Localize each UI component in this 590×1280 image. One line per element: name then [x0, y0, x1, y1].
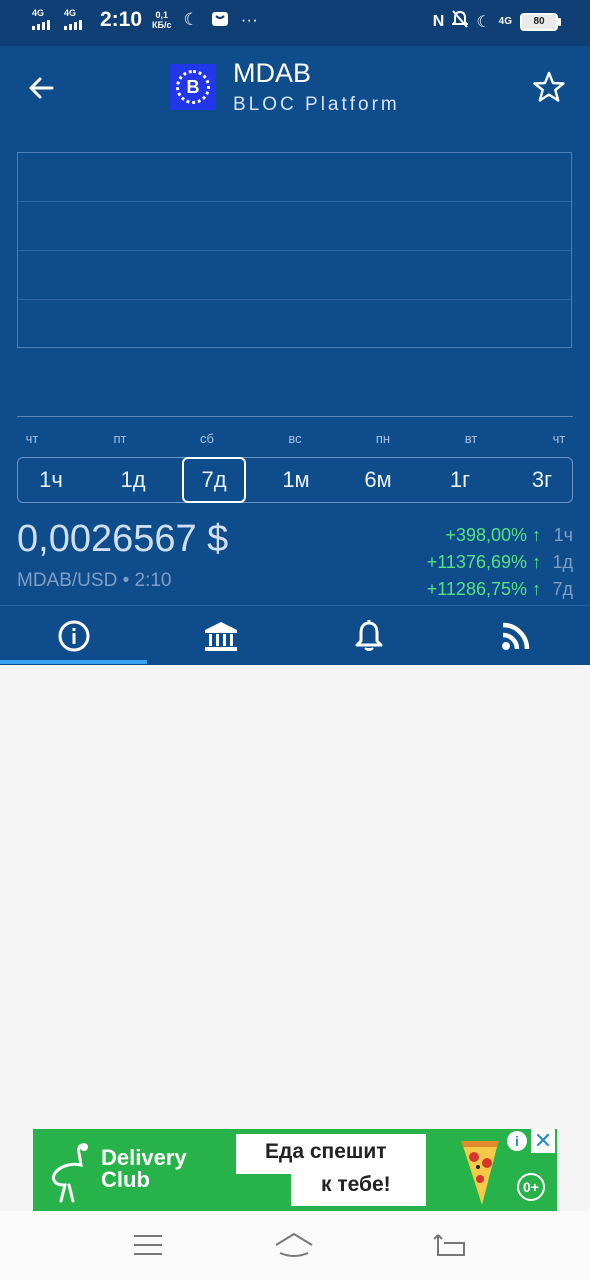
change-value: +11286,75%: [426, 578, 527, 599]
ad-close-button[interactable]: ✕: [531, 1129, 555, 1153]
moon-icon: ☾: [476, 13, 491, 31]
change-period: 1д: [552, 551, 573, 572]
ad-brand-line: Club: [101, 1167, 150, 1192]
price-chart[interactable]: [17, 152, 572, 348]
change-period: 7д: [552, 578, 573, 599]
ostrich-logo-icon: [51, 1143, 88, 1203]
change-value: +11376,69%: [426, 551, 527, 572]
period-selector: 1ч 1д 7д 1м 6м 1г 3г: [17, 457, 573, 503]
change-row: +11286,75% ↑ 7д: [313, 576, 573, 602]
coin-logo-letter: B: [186, 76, 200, 97]
tab-info[interactable]: [0, 606, 147, 665]
info-icon: [58, 620, 89, 651]
moon-icon: ☾: [183, 10, 199, 29]
battery-level: 80: [533, 16, 545, 27]
arrow-up-icon: ↑: [532, 578, 541, 599]
day-label: чт: [25, 431, 39, 446]
change-row: +398,00% ↑ 1ч: [313, 522, 573, 548]
chart-gridline: [18, 299, 571, 300]
battery-icon: 80: [520, 12, 561, 31]
signal-icon: 4G: [32, 8, 58, 32]
ad-headline: Еда спешит: [265, 1140, 387, 1163]
ad-brand: Delivery Club: [101, 1147, 187, 1191]
tab-markets[interactable]: [147, 606, 294, 665]
day-label: пн: [375, 431, 391, 446]
arrow-left-icon: [29, 77, 54, 99]
more-icon: ···: [240, 10, 258, 29]
star-icon: [533, 71, 565, 102]
shopping-bag-icon: [211, 9, 229, 32]
tab-news[interactable]: [442, 606, 589, 665]
status-clock: 2:10: [100, 8, 143, 31]
arrow-up-icon: ↑: [532, 551, 541, 572]
tab-alerts[interactable]: [295, 606, 442, 665]
day-label: сб: [200, 431, 214, 446]
period-1m[interactable]: 1м: [264, 457, 328, 503]
change-period: 1ч: [553, 524, 573, 545]
coin-logo: B: [170, 64, 216, 110]
bell-icon: [355, 619, 382, 651]
coin-header-panel: B MDAB BLOC Platform чт пт сб вс пн вт ч…: [0, 46, 590, 665]
home-icon: [275, 1232, 313, 1257]
network-type: 4G: [32, 8, 45, 18]
speed-value: 0,1: [155, 10, 169, 20]
home-button[interactable]: [272, 1227, 316, 1263]
period-1y[interactable]: 1г: [428, 457, 492, 503]
menu-icon: [134, 1235, 162, 1255]
network-type: 4G: [498, 16, 512, 27]
ad-headline: к тебе!: [321, 1173, 391, 1196]
back-nav-button[interactable]: [428, 1227, 472, 1263]
chart-gridline: [18, 250, 571, 251]
pair-separator: •: [122, 570, 130, 591]
arrow-up-icon: ↑: [532, 524, 541, 545]
pair-time: 2:10: [134, 570, 172, 591]
system-navigation-bar: [0, 1211, 590, 1280]
current-price: 0,0026567 $: [17, 518, 229, 560]
bank-icon: [204, 621, 237, 651]
period-1d[interactable]: 1д: [101, 457, 165, 503]
chart-baseline: [17, 416, 573, 417]
ad-info-button[interactable]: i: [507, 1131, 527, 1151]
back-icon: [433, 1234, 465, 1256]
period-6m[interactable]: 6м: [346, 457, 410, 503]
coin-symbol: MDAB: [233, 58, 312, 88]
active-tab-indicator: [0, 660, 147, 664]
change-value: +398,00%: [445, 524, 527, 545]
network-type: 4G: [64, 8, 77, 18]
day-label: чт: [552, 431, 566, 446]
pizza-icon: [461, 1141, 499, 1205]
age-rating-badge: 0+: [517, 1173, 545, 1201]
pair-label: MDAB/USD: [17, 570, 118, 591]
period-1h[interactable]: 1ч: [19, 457, 83, 503]
status-bar: 4G 4G 2:10 0,1 КБ/с ☾ ··· N ☾ 4G 80: [0, 0, 590, 46]
price-pair: MDAB/USD • 2:10: [17, 570, 172, 592]
period-3y[interactable]: 3г: [510, 457, 574, 503]
price-changes: +398,00% ↑ 1ч +11376,69% ↑ 1д +11286,75%…: [313, 522, 573, 603]
period-7d[interactable]: 7д: [182, 457, 246, 503]
ad-banner[interactable]: Delivery Club Еда спешит к тебе! i ✕ 0+: [33, 1129, 557, 1211]
network-speed: 0,1 КБ/с: [152, 10, 171, 30]
signal-icon: 4G: [64, 8, 90, 32]
chart-gridline: [18, 201, 571, 202]
coin-name: BLOC Platform: [233, 94, 400, 115]
menu-button[interactable]: [126, 1227, 170, 1263]
change-row: +11376,69% ↑ 1д: [313, 549, 573, 575]
day-label: вт: [464, 431, 478, 446]
nfc-icon: N: [432, 12, 445, 30]
day-label: вс: [288, 431, 302, 446]
speed-unit: КБ/с: [152, 20, 172, 30]
rss-icon: [501, 622, 529, 650]
mute-icon: [450, 10, 470, 33]
day-label: пт: [113, 431, 127, 446]
favorite-button[interactable]: [530, 68, 568, 106]
chart-day-labels: чт пт сб вс пн вт чт: [17, 431, 573, 447]
back-button[interactable]: [22, 68, 62, 108]
ad-brand-line: Delivery: [101, 1145, 187, 1170]
